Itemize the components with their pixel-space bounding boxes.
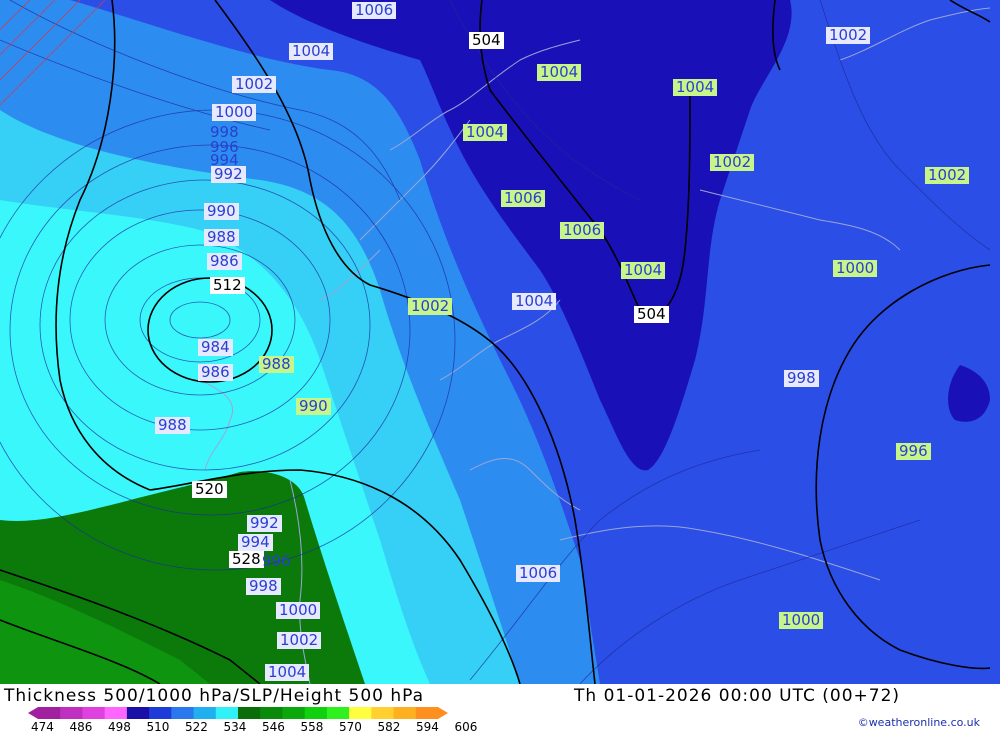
scale-tick-label: 558 [300,720,324,733]
pressure-label: 1002 [826,27,871,44]
pressure-label: 994 [238,534,273,551]
pressure-label: 1004 [621,262,666,279]
scale-tick-label: 594 [416,720,439,733]
scale-swatch [260,707,283,719]
pressure-label: 988 [204,229,239,246]
pressure-label: 1000 [276,602,321,619]
pressure-label: 992 [247,515,282,532]
weather-map-view: 1006 504 1004 1004 1004 1002 1002 1000 998 996 994… [0,0,1000,733]
scale-swatch [238,707,261,719]
pressure-label: 1002 [232,76,277,93]
pressure-label: 512 [210,277,245,294]
pressure-label: 996 [262,552,291,570]
scale-tick-label: 522 [185,720,208,733]
scale-tick-label: 570 [339,720,362,733]
pressure-label: 1006 [501,190,546,207]
scale-swatch [149,707,172,719]
scale-tick-label: 606 [454,720,478,733]
pressure-label: 1000 [779,612,824,629]
pressure-label: 986 [198,364,233,381]
scale-arrow-right [438,707,448,719]
scale-tick-label: 534 [223,720,247,733]
scale-tick-label: 498 [108,720,131,733]
pressure-label: 992 [211,166,246,183]
pressure-label: 990 [296,398,331,415]
pressure-label: 520 [192,481,227,498]
scale-swatch [215,707,239,719]
pressure-label: 988 [155,417,190,434]
pressure-label: 1006 [516,565,561,582]
pressure-label: 998 [246,578,281,595]
pressure-label: 1000 [833,260,878,277]
scale-swatch [82,707,106,719]
pressure-label: 1002 [710,154,755,171]
pressure-label: 1004 [289,43,334,60]
scale-swatch [126,707,150,719]
scale-swatch [193,707,217,719]
color-scale [28,707,448,719]
scale-swatch [304,707,328,719]
pressure-label: 1004 [265,664,310,681]
pressure-label: 1006 [352,2,397,19]
pressure-label: 1000 [212,104,257,121]
pressure-label: 1004 [537,64,582,81]
pressure-label: 504 [469,32,504,49]
pressure-label: 528 [229,551,264,568]
pressure-label: 1002 [925,167,970,184]
pressure-label: 1004 [673,79,718,96]
pressure-label: 1004 [512,293,557,310]
pressure-label: 996 [896,443,931,460]
map-canvas [0,0,1000,684]
scale-tick-label: 546 [262,720,285,733]
scale-tick-label: 486 [69,720,93,733]
scale-swatch [60,707,83,719]
scale-swatch [104,707,128,719]
scale-swatch [415,707,439,719]
credit-link[interactable]: ©weatheronline.co.uk [858,716,980,729]
scale-swatch [349,707,372,719]
pressure-label: 984 [198,339,233,356]
pressure-label: 990 [204,203,239,220]
run-time: Th 01-01-2026 00:00 UTC (00+72) [574,686,901,706]
pressure-label: 988 [259,356,294,373]
pressure-label: 1004 [463,124,508,141]
pressure-label: 504 [634,306,669,323]
pressure-label: 1006 [560,222,605,239]
scale-swatch [393,707,417,719]
pressure-label: 986 [207,253,242,270]
scale-tick-label: 582 [377,720,401,733]
scale-swatch [326,707,350,719]
scale-swatch [282,707,306,719]
map-title: Thickness 500/1000 hPa/SLP/Height 500 hP… [4,686,425,706]
pressure-label: 1002 [277,632,322,649]
scale-swatch [371,707,395,719]
scale-swatch [38,707,61,719]
pressure-label: 1002 [408,298,453,315]
scale-swatch [171,707,195,719]
scale-tick-label: 510 [146,720,170,733]
scale-arrow-left [28,707,38,719]
scale-tick-label: 474 [31,720,54,733]
pressure-label: 998 [784,370,819,387]
